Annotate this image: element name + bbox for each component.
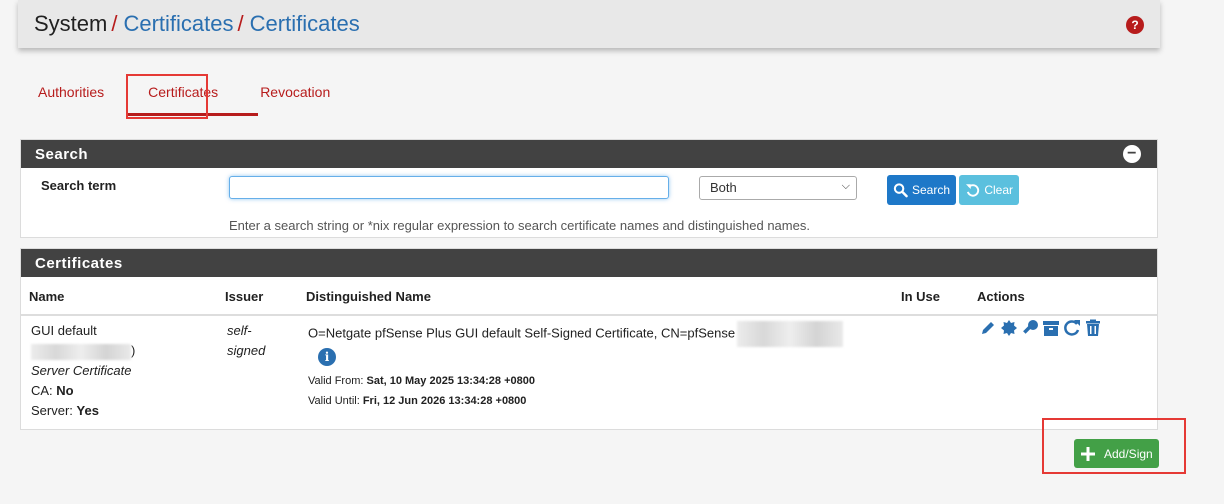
highlight-box-add [1042, 418, 1186, 474]
pencil-icon[interactable] [979, 319, 997, 337]
column-header-name[interactable]: Name [29, 289, 64, 304]
chevron-down-icon: ⌵ [841, 180, 850, 192]
clear-button-label: Clear [984, 183, 1013, 197]
search-input[interactable] [229, 176, 669, 199]
cert-dn-cell: O=Netgate pfSense Plus GUI default Self-… [308, 321, 878, 411]
breadcrumb-link-certificates[interactable]: Certificates [123, 11, 233, 37]
tab-revocation[interactable]: Revocation [242, 74, 348, 114]
trash-icon[interactable] [1084, 319, 1102, 337]
cert-dn: O=Netgate pfSense Plus GUI default Self-… [308, 325, 736, 341]
column-header-issuer[interactable]: Issuer [225, 289, 263, 304]
info-icon[interactable]: i [318, 348, 336, 366]
undo-icon [965, 184, 980, 197]
redacted-block [31, 343, 131, 360]
valid-until-label: Valid Until: [308, 395, 360, 407]
cert-dn-line: O=Netgate pfSense Plus GUI default Self-… [308, 321, 878, 347]
search-scope-select[interactable]: Both ⌵ [699, 176, 857, 200]
help-icon[interactable]: ? [1126, 16, 1144, 34]
certificates-panel: Certificates Name Issuer Distinguished N… [20, 248, 1158, 430]
cert-server-label: Server: [31, 403, 73, 418]
tab-authorities[interactable]: Authorities [20, 74, 122, 114]
search-panel-heading: Search − [21, 140, 1157, 168]
cert-ca: CA: No [31, 381, 221, 401]
collapse-icon[interactable]: − [1123, 145, 1141, 163]
search-icon [893, 183, 908, 198]
breadcrumb-separator: / [111, 11, 118, 36]
column-header-actions: Actions [977, 289, 1025, 304]
column-header-dn[interactable]: Distinguished Name [306, 289, 431, 304]
cert-name-redacted: ) [31, 341, 221, 361]
cert-server: Server: Yes [31, 401, 221, 421]
breadcrumb-bar: System / Certificates / Certificates ? [18, 0, 1160, 48]
cert-ca-label: CA: [31, 383, 53, 398]
valid-until-value: Fri, 12 Jun 2026 13:34:28 +0800 [362, 395, 527, 407]
cert-server-value: Yes [76, 403, 99, 418]
cert-ca-value: No [56, 383, 74, 398]
cert-actions [979, 319, 1102, 337]
certificate-badge-icon[interactable] [1000, 319, 1018, 337]
column-header-in-use[interactable]: In Use [901, 289, 940, 304]
header-divider [21, 314, 1157, 316]
cert-name-cell: GUI default ) Server Certificate CA: No … [31, 321, 221, 421]
search-panel: Search − Search term Both ⌵ Search Clear… [20, 139, 1158, 238]
refresh-icon[interactable] [1063, 319, 1081, 337]
cert-issuer-line2: signed [227, 343, 266, 358]
search-scope-value: Both [710, 180, 737, 195]
valid-from-value: Sat, 10 May 2025 13:34:28 +0800 [366, 375, 535, 387]
key-icon[interactable] [1021, 319, 1039, 337]
cert-name: GUI default [31, 323, 97, 338]
search-button-label: Search [911, 183, 950, 197]
breadcrumb-root: System [34, 11, 108, 36]
cert-name-paren: ) [131, 343, 136, 358]
search-button[interactable]: Search [887, 175, 956, 205]
cert-issuer-line1: self- [227, 323, 252, 338]
breadcrumb-separator: / [237, 11, 244, 36]
cert-type: Server Certificate [31, 363, 132, 378]
search-help-text: Enter a search string or *nix regular ex… [229, 218, 810, 233]
clear-button[interactable]: Clear [959, 175, 1019, 205]
cert-valid-from: Valid From: Sat, 10 May 2025 13:34:28 +0… [308, 371, 878, 391]
redacted-block [737, 321, 844, 347]
valid-from-label: Valid From: [308, 375, 364, 387]
breadcrumb-link-certificates-current[interactable]: Certificates [250, 11, 360, 37]
certificates-panel-heading: Certificates [21, 249, 1157, 277]
search-panel-title: Search [35, 145, 89, 163]
archive-icon[interactable] [1042, 319, 1060, 337]
cert-valid-until: Valid Until: Fri, 12 Jun 2026 13:34:28 +… [308, 391, 878, 411]
search-term-label: Search term [41, 178, 117, 193]
cert-info-wrap: i [308, 347, 878, 371]
cert-issuer-cell: self- signed [227, 321, 265, 361]
highlight-box-tab [126, 74, 208, 119]
certificates-panel-title: Certificates [35, 254, 123, 272]
